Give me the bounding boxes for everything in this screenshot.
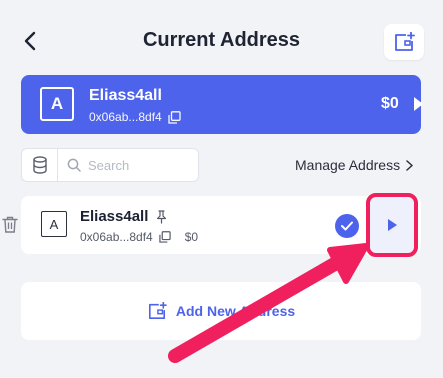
- address-name: Eliass4all: [80, 208, 149, 225]
- address-name-row: Eliass4all: [80, 208, 167, 225]
- add-new-address-button[interactable]: Add New Address: [21, 282, 421, 340]
- current-address-avatar: A: [40, 87, 74, 121]
- copy-icon[interactable]: [168, 110, 181, 124]
- open-address-button[interactable]: [366, 193, 418, 257]
- address-list-item[interactable]: A Eliass4all 0x06ab...8df4 $0: [21, 193, 421, 257]
- database-filter-button[interactable]: [22, 149, 58, 181]
- current-address-balance: $0: [381, 95, 399, 112]
- add-new-address-label: Add New Address: [175, 303, 296, 319]
- delete-address-button[interactable]: [2, 216, 18, 238]
- address-detail-line: 0x06ab...8df4 $0: [80, 230, 198, 244]
- search-bar: [21, 148, 199, 182]
- play-arrow-icon: [414, 97, 423, 111]
- play-arrow-icon: [387, 219, 397, 231]
- current-address-card[interactable]: A Eliass4all 0x06ab...8df4 $0: [21, 75, 423, 134]
- add-address-header-button[interactable]: [384, 24, 424, 60]
- search-field: [58, 149, 198, 181]
- current-address-value: 0x06ab...8df4: [89, 110, 162, 124]
- address-avatar: A: [41, 211, 67, 237]
- address-value: 0x06ab...8df4: [80, 230, 153, 244]
- current-address-line: 0x06ab...8df4: [89, 110, 181, 124]
- database-icon: [32, 156, 47, 174]
- search-input[interactable]: [88, 157, 188, 173]
- open-address-inner: [379, 210, 405, 240]
- header: Current Address: [0, 0, 443, 80]
- trash-icon: [2, 216, 18, 233]
- manage-address-link[interactable]: Manage Address: [295, 157, 413, 173]
- copy-icon[interactable]: [159, 231, 171, 243]
- selected-check-icon: [335, 214, 359, 238]
- current-address-name: Eliass4all: [89, 87, 162, 104]
- manage-address-label: Manage Address: [295, 157, 401, 173]
- search-icon: [67, 158, 81, 172]
- pin-icon[interactable]: [156, 209, 167, 224]
- chevron-right-icon: [406, 159, 413, 171]
- add-wallet-icon: [148, 302, 167, 320]
- page-title: Current Address: [142, 29, 301, 51]
- add-wallet-icon: [395, 32, 415, 51]
- address-balance: $0: [184, 230, 199, 244]
